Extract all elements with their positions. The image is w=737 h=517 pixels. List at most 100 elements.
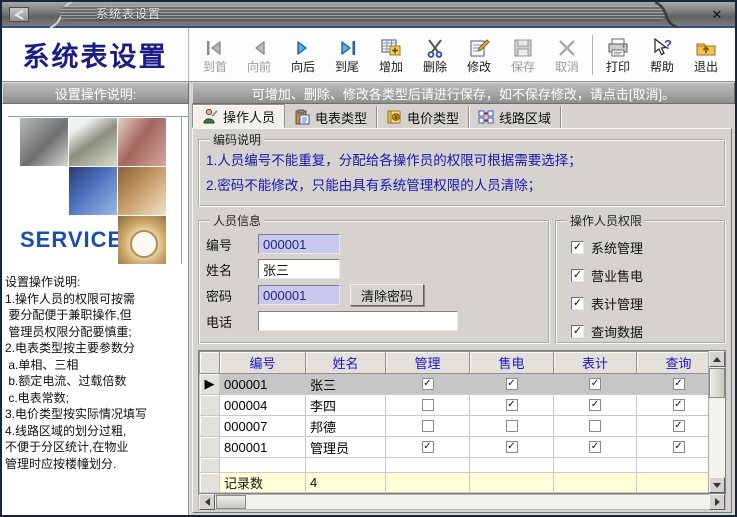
tab-label: 线路区域 [499,108,551,127]
grid-footer-row: 记录数4 [200,473,709,493]
scroll-up-button[interactable] [709,351,725,367]
grid-checkbox[interactable]: ✓ [673,420,685,432]
tab-label: 电价类型 [407,108,459,127]
coding-box-legend: 编码说明 [210,131,264,148]
cell-id: 000001 [220,374,306,395]
sidebar-note-line: 3.电价类型按实际情况填写 [5,406,188,423]
grid-checkbox[interactable]: ✓ [673,399,685,411]
cell-permission [386,416,470,437]
vertical-scroll-thumb[interactable] [709,368,725,398]
grid-checkbox[interactable]: ✓ [589,378,601,390]
vertical-scroll-track[interactable] [709,398,725,477]
permission-label: 查询数据 [591,322,643,341]
grid-checkbox[interactable]: ✓ [422,378,434,390]
toolbar: 到首向前向后到尾增加删除修改保存取消打印?帮助退出 [189,28,735,81]
scroll-down-button[interactable] [709,477,725,493]
grid-indicator-header [200,352,220,374]
clear-password-button[interactable]: 清除密码 [350,284,424,306]
window-title: 系统表设置 [60,5,161,22]
header: 系统表设置 到首向前向后到尾增加删除修改保存取消打印?帮助退出 [2,28,735,82]
sidebar-header: 设置操作说明: [2,82,189,104]
nav-first-icon [204,36,226,60]
cell-name: 邦德 [306,416,386,437]
name-field[interactable] [258,259,340,279]
toolbar-button-exit[interactable]: 退出 [684,31,728,79]
grid-empty-row [200,458,709,473]
toolbar-button-label: 帮助 [650,61,674,74]
cell-permission [554,416,637,437]
tab-operator[interactable]: 操作人员 [192,104,285,128]
permission-checkbox[interactable]: ✓ [571,325,584,338]
scroll-right-button[interactable] [709,494,725,510]
grid-column-header[interactable]: 姓名 [306,352,386,374]
cell-id: 800001 [220,437,306,458]
toolbar-button-help[interactable]: ?帮助 [640,31,684,79]
vertical-scrollbar[interactable] [708,351,725,493]
toolbar-button-nav-last[interactable]: 到尾 [325,31,369,79]
toolbar-button-label: 删除 [423,61,447,74]
grid-checkbox[interactable]: ✓ [589,441,601,453]
table-row[interactable]: ▶000001张三✓✓✓✓ [200,374,709,395]
sidebar-note-line: 2.电表类型按主要参数分 [5,340,188,357]
scroll-left-button[interactable] [199,494,215,510]
content: 操作人员电表类型¥电价类型线路区域 编码说明 1.人员编号不能重复，分配给各操作… [189,104,735,515]
grid-column-header[interactable]: 查询 [637,352,709,374]
cell-permission: ✓ [386,374,470,395]
table-row[interactable]: 000007邦德✓ [200,416,709,437]
toolbar-button-print[interactable]: 打印 [596,31,640,79]
permissions-box: 操作人员权限 ✓系统管理✓营业售电✓表计管理✓查询数据 [555,212,726,344]
cell-permission: ✓ [470,395,554,416]
toolbar-button-nav-prev: 向前 [237,31,281,79]
photo-tile-keyboard [69,167,117,215]
titlebar-stripe-band: 系统表设置 [60,6,665,21]
photo-tile-tools [20,118,68,166]
toolbar-button-add[interactable]: 增加 [369,31,413,79]
horizontal-scroll-thumb[interactable] [216,495,246,509]
grid-checkbox[interactable] [589,420,601,432]
cell-permission: ✓ [554,374,637,395]
titlebar[interactable]: 系统表设置 ✕ [2,2,735,28]
horizontal-scrollbar[interactable] [198,494,726,510]
clipboard-icon [294,109,310,125]
phone-field[interactable] [258,311,458,331]
toolbar-button-nav-next[interactable]: 向后 [281,31,325,79]
grid-checkbox[interactable]: ✓ [673,441,685,453]
grid-column-header[interactable]: 管理 [386,352,470,374]
grid-checkbox[interactable] [422,420,434,432]
grid-checkbox[interactable]: ✓ [589,399,601,411]
tab-price-type[interactable]: ¥电价类型 [377,106,469,128]
toolbar-button-label: 打印 [606,61,630,74]
permission-checkbox[interactable]: ✓ [571,241,584,254]
permission-checkbox[interactable]: ✓ [571,297,584,310]
grid-column-header[interactable]: 编号 [220,352,306,374]
service-label: SERVICE [20,216,117,264]
id-label: 编号 [206,235,258,254]
toolbar-button-label: 向前 [247,61,271,74]
close-icon[interactable]: ✕ [708,6,726,24]
tab-line-area[interactable]: 线路区域 [469,106,561,128]
grid-checkbox[interactable]: ✓ [422,441,434,453]
table-row[interactable]: 000004李四✓✓✓ [200,395,709,416]
grid-column-header[interactable]: 表计 [554,352,637,374]
grid-checkbox[interactable] [422,399,434,411]
sidebar-note-line: b.额定电流、过载倍数 [5,373,188,390]
grid-checkbox[interactable]: ✓ [506,399,518,411]
coding-note-line: 2.密码不能修改，只能由具有系统管理权限的人员清除； [206,173,718,198]
toolbar-button-modify[interactable]: 修改 [457,31,501,79]
password-label: 密码 [206,286,258,305]
grid-checkbox[interactable]: ✓ [673,378,685,390]
nav-next-icon [292,36,314,60]
grid-checkbox[interactable]: ✓ [506,378,518,390]
permission-item: ✓营业售电 [571,266,718,285]
cell-permission: ✓ [470,374,554,395]
table-row[interactable]: 800001管理员✓✓✓✓ [200,437,709,458]
app-logo-icon [9,7,29,22]
toolbar-button-delete[interactable]: 删除 [413,31,457,79]
grid-checkbox[interactable] [506,420,518,432]
permission-checkbox[interactable]: ✓ [571,269,584,282]
grid-checkbox[interactable]: ✓ [506,441,518,453]
sidebar-note-line: 不便于分区统计,在物业 [5,439,188,456]
grid-column-header[interactable]: 售电 [470,352,554,374]
main: SERVICE 设置操作说明:1.操作人员的权限可按需 要分配便于兼职操作,但 … [2,104,735,515]
tab-meter-type[interactable]: 电表类型 [285,106,377,128]
